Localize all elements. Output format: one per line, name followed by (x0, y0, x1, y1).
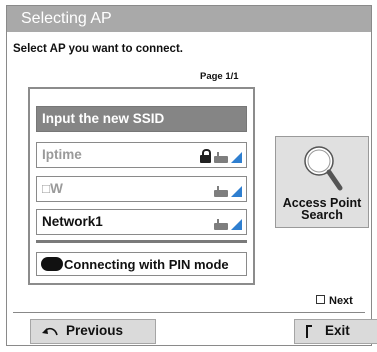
magnifier-icon (304, 146, 343, 191)
exit-icon (306, 325, 312, 338)
instruction-text: Select AP you want to connect. (13, 43, 183, 55)
next-hint: Next (316, 295, 353, 307)
access-point-search-button[interactable]: Access Point Search (275, 136, 369, 228)
square-key-icon (316, 295, 325, 304)
blue-button-icon (41, 257, 63, 271)
selecting-ap-dialog: Selecting AP Select AP you want to conne… (6, 5, 377, 346)
previous-label: Previous (66, 323, 124, 338)
input-new-ssid-item[interactable]: Input the new SSID (36, 106, 247, 132)
search-label-line2: Search (301, 208, 343, 222)
previous-button[interactable]: Previous (30, 319, 156, 344)
router-icon (214, 219, 228, 230)
exit-label: Exit (325, 323, 350, 338)
ap-item-network1[interactable]: Network1 (36, 209, 247, 235)
window-title: Selecting AP (7, 6, 371, 32)
signal-icon (231, 186, 242, 197)
list-divider (36, 240, 247, 243)
router-icon (214, 152, 228, 163)
ap-ssid-label: Iptime (42, 147, 82, 162)
pin-mode-label: Connecting with PIN mode (64, 257, 229, 272)
signal-icon (231, 219, 242, 230)
page-indicator: Page 1/1 (200, 71, 239, 82)
return-arrow-icon (42, 327, 58, 336)
next-hint-label: Next (329, 295, 353, 307)
input-new-ssid-label: Input the new SSID (42, 111, 165, 126)
footer-divider (13, 312, 365, 313)
exit-button[interactable]: Exit (294, 319, 377, 344)
pin-mode-button[interactable]: Connecting with PIN mode (36, 252, 247, 276)
ap-ssid-label: □W (42, 181, 63, 196)
ap-list-panel: Input the new SSID Iptime □W Network1 Co… (28, 87, 255, 285)
ap-item-iptime[interactable]: Iptime (36, 142, 247, 168)
router-icon (214, 186, 228, 197)
ap-ssid-label: Network1 (42, 214, 103, 229)
signal-icon (231, 152, 242, 163)
ap-item-w[interactable]: □W (36, 176, 247, 202)
lock-icon (200, 149, 211, 163)
